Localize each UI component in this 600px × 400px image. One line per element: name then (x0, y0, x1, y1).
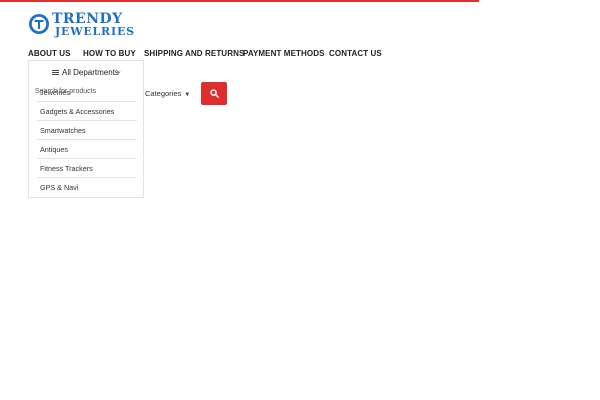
department-item-gps-navi[interactable]: GPS & Navi (37, 178, 137, 196)
department-item-antiques[interactable]: Antiques (37, 140, 137, 159)
logo-t-icon (29, 14, 49, 34)
logo-word-jewelries: JEWELRIES (55, 25, 135, 38)
categories-label: Categories (145, 89, 182, 98)
nav-contact-us[interactable]: CONTACT US (329, 49, 382, 58)
nav-about-us[interactable]: ABOUT US (28, 49, 71, 58)
department-item-label: Fitness Trackers (40, 164, 93, 173)
top-accent-bar (0, 0, 479, 2)
department-item-smartwatches[interactable]: Smartwatches (37, 121, 137, 140)
search-icon (210, 89, 219, 98)
chevron-down-icon: ⌄ (116, 68, 122, 75)
department-item-label: Smartwatches (40, 126, 86, 135)
chevron-down-icon: ▼ (184, 92, 191, 98)
categories-select[interactable]: Categories ▼ (145, 89, 190, 98)
department-item-label: GPS & Navi (40, 183, 79, 192)
all-departments-label: All Departments (62, 68, 119, 77)
hamburger-icon (52, 70, 59, 75)
search-input[interactable]: Search for products (35, 88, 135, 98)
department-item-gadgets-accessories[interactable]: Gadgets & Accessories (37, 102, 137, 121)
nav-shipping-and-returns[interactable]: SHIPPING AND RETURNS (144, 49, 244, 58)
nav-how-to-buy[interactable]: HOW TO BUY (83, 49, 136, 58)
all-departments-toggle[interactable]: All Departments ⌄ (29, 61, 143, 83)
department-item-fitness-trackers[interactable]: Fitness Trackers (37, 159, 137, 178)
department-item-label: Antiques (40, 145, 68, 154)
department-item-label: Gadgets & Accessories (40, 107, 115, 116)
departments-menu: All Departments ⌄ Jewelries Gadgets & Ac… (28, 60, 144, 198)
nav-payment-methods[interactable]: PAYMENT METHODS (243, 49, 325, 58)
logo-word-trendy: TRENDY (52, 11, 123, 27)
search-button[interactable] (201, 82, 227, 105)
